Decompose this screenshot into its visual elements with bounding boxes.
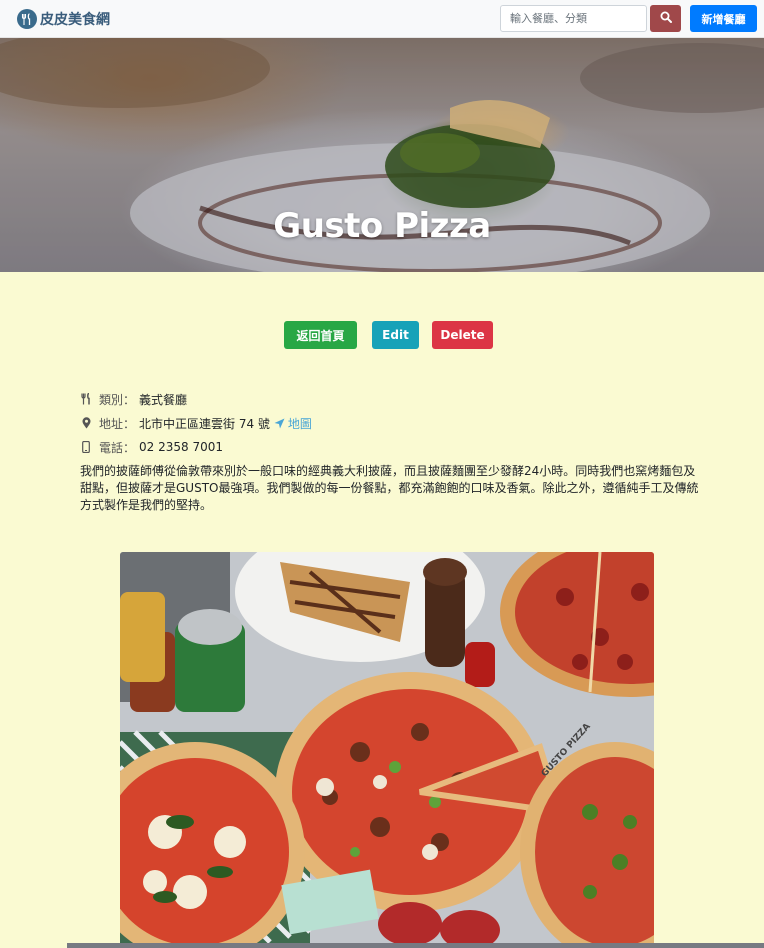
category-value: 義式餐廳 xyxy=(139,392,188,407)
map-marker-icon xyxy=(80,417,92,429)
restaurant-banner: Gusto Pizza xyxy=(0,38,764,272)
restaurant-name: Gusto Pizza xyxy=(273,206,491,246)
category-row: 類別： 義式餐廳 xyxy=(80,390,187,408)
navbar: 皮皮美食網 新增餐廳 xyxy=(0,0,764,38)
location-arrow-icon xyxy=(274,418,285,428)
mobile-phone-icon xyxy=(80,441,92,453)
address-row: 地址： 北市中正區連雲街 74 號 地圖 xyxy=(80,414,312,432)
category-label: 類別： xyxy=(99,392,136,407)
map-link[interactable]: 地圖 xyxy=(274,415,312,432)
address-label: 地址： xyxy=(99,416,136,431)
brand-link[interactable]: 皮皮美食網 xyxy=(17,8,110,30)
search-button[interactable] xyxy=(650,5,681,32)
search-icon xyxy=(660,11,672,26)
edit-button[interactable]: Edit xyxy=(372,321,419,349)
utensils-icon xyxy=(17,9,37,29)
new-restaurant-button[interactable]: 新增餐廳 xyxy=(690,5,757,32)
phone-value: 02 2358 7001 xyxy=(139,440,223,454)
map-link-label: 地圖 xyxy=(287,416,312,431)
back-home-button[interactable]: 返回首頁 xyxy=(284,321,357,349)
horizontal-scrollbar[interactable] xyxy=(67,943,764,948)
address-value: 北市中正區連雲街 74 號 xyxy=(139,416,270,431)
phone-label: 電話： xyxy=(99,440,136,455)
utensils-icon xyxy=(80,393,92,405)
delete-button[interactable]: Delete xyxy=(432,321,493,349)
brand-name: 皮皮美食網 xyxy=(40,12,110,28)
phone-row: 電話： 02 2358 7001 xyxy=(80,438,223,456)
restaurant-description: 我們的披薩師傅從倫敦帶來別於一般口味的經典義大利披薩，而且披薩麵團至少發酵24小… xyxy=(80,464,699,512)
pizza-image: GUSTO PIZZA xyxy=(120,552,654,948)
restaurant-photo: GUSTO PIZZA xyxy=(120,552,654,948)
search-input[interactable] xyxy=(500,5,647,32)
